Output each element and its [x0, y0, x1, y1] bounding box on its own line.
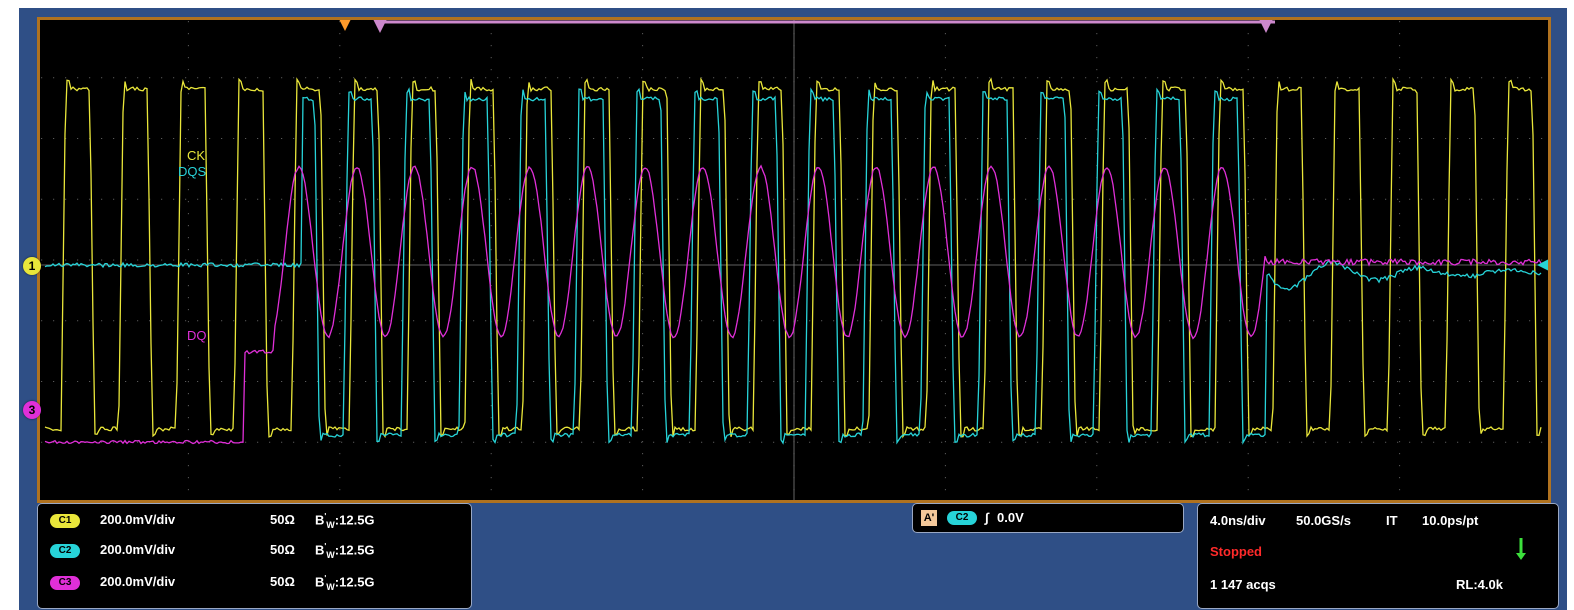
channel-row-c3[interactable]: C3 200.0mV/div 50Ω B'W:12.5G: [38, 574, 471, 594]
c3-scale: 200.0mV/div: [100, 574, 176, 589]
c1-bandwidth: B'W:12.5G: [315, 512, 375, 530]
c3-chip[interactable]: C3: [50, 576, 80, 590]
ch1-position-marker[interactable]: 1: [23, 257, 41, 275]
ck-trace: [44, 76, 1542, 439]
c2-bandwidth: B'W:12.5G: [315, 542, 375, 560]
c1-impedance: 50Ω: [270, 512, 295, 527]
oscilloscope-window: CK DQS DQ 1 3 C1 200.0mV/div 50Ω B'W:12.…: [19, 8, 1567, 610]
run-state[interactable]: Stopped: [1210, 544, 1262, 559]
trigger-source-chip[interactable]: C2: [947, 511, 977, 525]
time-resolution: 10.0ps/pt: [1422, 513, 1479, 528]
waveform-canvas: [37, 17, 1551, 503]
c2-impedance: 50Ω: [270, 542, 295, 557]
dq-label: DQ: [187, 328, 207, 343]
acquisition-panel[interactable]: 4.0ns/div 50.0GS/s IT 10.0ps/pt Stopped …: [1197, 503, 1559, 609]
record-length: RL:4.0k: [1456, 577, 1503, 592]
dq-trace: [44, 164, 1542, 445]
acquisition-count: 1 147 acqs: [1210, 577, 1276, 592]
c1-chip[interactable]: C1: [50, 514, 80, 528]
channel-settings-panel[interactable]: C1 200.0mV/div 50Ω B'W:12.5G C2 200.0mV/…: [37, 503, 472, 609]
ch3-position-marker[interactable]: 3: [23, 401, 41, 419]
c1-scale: 200.0mV/div: [100, 512, 176, 527]
time-per-division: 4.0ns/div: [1210, 513, 1266, 528]
trigger-arrow-icon: [1516, 538, 1526, 562]
waveform-display[interactable]: CK DQS DQ 1 3: [23, 17, 1551, 503]
acquisition-mode: IT: [1386, 513, 1398, 528]
c3-bandwidth: B'W:12.5G: [315, 574, 375, 592]
channel-row-c1[interactable]: C1 200.0mV/div 50Ω B'W:12.5G: [38, 512, 471, 532]
ck-label: CK: [187, 148, 206, 163]
sample-rate: 50.0GS/s: [1296, 513, 1351, 528]
c2-chip[interactable]: C2: [50, 544, 80, 558]
c2-scale: 200.0mV/div: [100, 542, 176, 557]
c3-impedance: 50Ω: [270, 574, 295, 589]
channel-row-c2[interactable]: C2 200.0mV/div 50Ω B'W:12.5G: [38, 542, 471, 562]
trigger-level: 0.0V: [997, 510, 1024, 525]
trigger-mode-badge: A': [921, 510, 937, 526]
dqs-trace: [44, 87, 1542, 445]
trigger-slope-icon: ∫: [985, 510, 989, 525]
dqs-label: DQS: [178, 164, 207, 179]
trigger-panel[interactable]: A' C2 ∫ 0.0V: [912, 503, 1184, 533]
